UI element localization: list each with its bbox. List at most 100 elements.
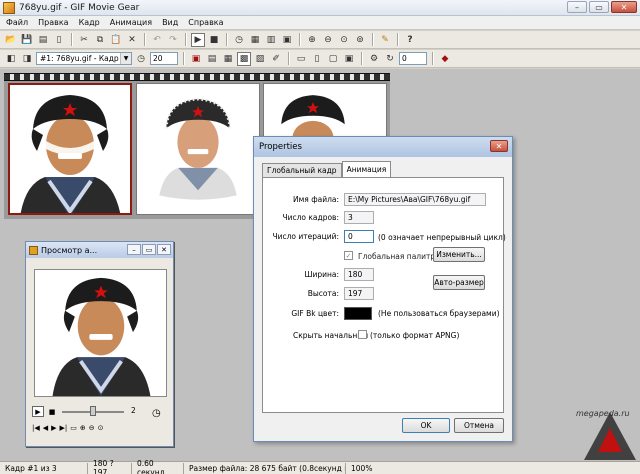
hide-first-note: (только формат APNG) (370, 331, 460, 340)
preview-app-icon (29, 245, 38, 255)
bgcolor-swatch[interactable] (344, 307, 372, 320)
crop-icon[interactable]: ▭ (294, 52, 308, 66)
zoom-actual-icon[interactable]: ⊚ (353, 33, 367, 47)
bgcolor-note: (Не пользоваться браузерами) (378, 309, 500, 318)
menu-animation[interactable]: Анимация (110, 18, 152, 27)
frame-props-icon[interactable]: ▤ (205, 52, 219, 66)
chevron-down-icon: ▼ (120, 53, 131, 64)
paste-icon[interactable]: 📋 (109, 33, 123, 47)
last-frame-icon[interactable]: ▶| (60, 424, 68, 432)
zoom-out-icon[interactable]: ⊖ (89, 424, 95, 432)
iterations-note: (0 означает непрерывный цикл) (378, 233, 506, 242)
preview-controls: ▶ ■ 2 ◷ |◀ ◀ ▶ ▶| ▭ ⊕ ⊖ ⊙ (30, 402, 170, 442)
status-zoom: 100% (351, 463, 373, 473)
loop-icon: ↻ (386, 53, 394, 64)
properties-icon[interactable]: ◆ (438, 52, 452, 66)
status-duration: 0.60 секунд (132, 459, 184, 474)
menu-frame[interactable]: Кадр (79, 18, 100, 27)
preview-stop-icon[interactable]: ■ (46, 406, 58, 417)
tab-animation[interactable]: Анимация (341, 161, 392, 177)
frame-toolbar: ◧ ◨ #1: 768yu.gif - Кадр 1 ▼ ◷ 20 ▣ ▤ ▦ … (0, 50, 640, 68)
change-palette-button[interactable]: Изменить... (433, 247, 485, 262)
watermark-logo: megapeda.ru (574, 392, 640, 462)
autosize-button[interactable]: Авто-размер (433, 275, 485, 290)
status-filesize: Размер файла: 28 675 байт (0.8секунд при (184, 462, 346, 474)
redo-icon[interactable]: ↷ (166, 33, 180, 47)
menu-file[interactable]: Файл (6, 18, 28, 27)
menu-edit[interactable]: Правка (38, 18, 68, 27)
flip-icon[interactable]: ▣ (342, 52, 356, 66)
maximize-button[interactable]: ▭ (589, 1, 609, 13)
open-icon[interactable]: 📂 (4, 33, 18, 47)
new-icon[interactable]: ▯ (52, 33, 66, 47)
cut-icon[interactable]: ✂ (77, 33, 91, 47)
hide-first-checkbox[interactable] (358, 330, 367, 339)
preview-maximize-button[interactable]: ▭ (142, 244, 156, 255)
play-icon[interactable]: ▶ (191, 32, 205, 47)
film-strip-icon[interactable]: ▥ (264, 33, 278, 47)
frame-image-icon[interactable]: ▦ (221, 52, 235, 66)
preview-play-icon[interactable]: ▶ (32, 406, 44, 417)
stop-icon[interactable]: ■ (207, 33, 221, 47)
preview-slider-thumb[interactable] (90, 406, 96, 416)
delete-icon[interactable]: ✕ (125, 33, 139, 47)
properties-dialog: Properties ✕ Глобальный кадр Анимация Им… (253, 136, 513, 442)
frame-thumbnail-1[interactable] (8, 83, 132, 215)
preview-close-button[interactable]: ✕ (157, 244, 171, 255)
cancel-button[interactable]: Отмена (454, 418, 504, 433)
help-icon[interactable]: ? (403, 33, 417, 47)
next-frame-icon[interactable]: ▶ (51, 424, 56, 432)
delay-icon: ◷ (137, 53, 145, 64)
global-palette-checkbox[interactable]: ✓ (344, 251, 353, 260)
preview-minimize-button[interactable]: – (127, 244, 141, 255)
portrait-image (159, 97, 237, 200)
loop-input[interactable]: 0 (399, 52, 427, 65)
wizard-icon[interactable]: ✎ (378, 33, 392, 47)
width-label: Ширина: (304, 270, 339, 279)
close-button[interactable]: ✕ (611, 1, 637, 13)
minimize-button[interactable]: – (567, 1, 587, 13)
frame-thumbnail-2[interactable] (136, 83, 260, 215)
prev-frame-icon[interactable]: ◀ (43, 424, 48, 432)
optimize-icon[interactable]: ⚙ (367, 52, 381, 66)
next-frame-icon[interactable]: ◨ (20, 52, 34, 66)
monitor-icon[interactable]: ▭ (70, 424, 77, 432)
timer-icon[interactable]: ◷ (232, 33, 246, 47)
brush-icon[interactable]: ✐ (269, 52, 283, 66)
film-strip-edge (4, 73, 390, 81)
dialog-close-button[interactable]: ✕ (490, 140, 508, 152)
ok-button[interactable]: OK (402, 418, 450, 433)
save-as-icon[interactable]: ▤ (36, 33, 50, 47)
iterations-label: Число итераций: (272, 232, 339, 241)
tab-global-frame[interactable]: Глобальный кадр (262, 163, 342, 177)
zoom-fit-icon[interactable]: ⊙ (98, 424, 104, 432)
film-icon[interactable]: ▦ (248, 33, 262, 47)
delay-input[interactable]: 20 (150, 52, 178, 65)
filename-label: Имя файла: (293, 195, 339, 204)
zoom-in-icon[interactable]: ⊕ (80, 424, 86, 432)
iterations-input[interactable]: 0 (344, 230, 374, 243)
zoom-fit-icon[interactable]: ⊙ (337, 33, 351, 47)
palette-icon[interactable]: ▨ (253, 52, 267, 66)
resize-icon[interactable]: ▯ (310, 52, 324, 66)
prev-frame-icon[interactable]: ◧ (4, 52, 18, 66)
copy-icon[interactable]: ⧉ (93, 33, 107, 47)
preview-window: Просмотр а... – ▭ ✕ ▶ ■ 2 ◷ |◀ ◀ ▶ ▶| ▭ … (25, 241, 174, 447)
menu-view[interactable]: Вид (162, 18, 178, 27)
preview-title: Просмотр а... (41, 245, 98, 255)
portrait-image (20, 95, 121, 213)
first-frame-icon[interactable]: |◀ (32, 424, 40, 432)
menu-bar: Файл Правка Кадр Анимация Вид Справка (0, 16, 640, 30)
frame-edit-icon[interactable]: ▣ (189, 52, 203, 66)
preview-timer-icon[interactable]: ◷ (152, 408, 161, 419)
menu-help[interactable]: Справка (188, 18, 223, 27)
undo-icon[interactable]: ↶ (150, 33, 164, 47)
zoom-in-icon[interactable]: ⊕ (305, 33, 319, 47)
frames-icon[interactable]: ▣ (280, 33, 294, 47)
zoom-out-icon[interactable]: ⊖ (321, 33, 335, 47)
rotate-icon[interactable]: ▢ (326, 52, 340, 66)
frame-select[interactable]: #1: 768yu.gif - Кадр 1 ▼ (36, 52, 132, 65)
transparency-icon[interactable]: ▩ (237, 51, 251, 66)
save-icon[interactable]: 💾 (20, 33, 34, 47)
hide-first-label: Скрыть начальный (293, 331, 369, 340)
